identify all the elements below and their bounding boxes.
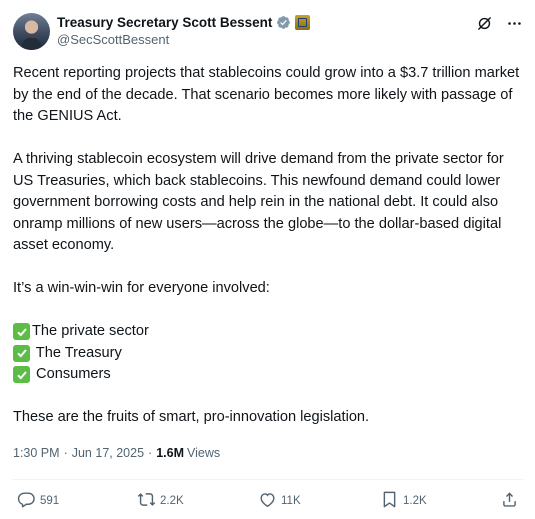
like-count: 11K: [281, 495, 301, 507]
checklist-item: The Treasury: [13, 343, 525, 365]
tweet-header: Treasury Secretary Scott Bessent @SecSco…: [13, 13, 523, 50]
author-names: Treasury Secretary Scott Bessent @SecSco…: [57, 13, 311, 47]
meta-separator: ·: [63, 446, 68, 460]
reply-button[interactable]: 591: [17, 490, 59, 509]
tweet-paragraph: It’s a win-win-win for everyone involved…: [13, 280, 270, 296]
views-count[interactable]: 1.6M: [156, 446, 184, 460]
tweet-meta: 1:30 PM · Jun 17, 2025 · 1.6M Views: [13, 446, 220, 460]
tweet-paragraph: These are the fruits of smart, pro-innov…: [13, 409, 370, 425]
like-button[interactable]: 11K: [258, 490, 301, 509]
grok-icon[interactable]: [475, 14, 493, 32]
heart-icon: [260, 493, 275, 508]
checklist-item-label: The private sector: [32, 323, 149, 339]
author-handle[interactable]: @SecScottBessent: [57, 32, 310, 47]
divider: [13, 479, 523, 480]
action-bar: 591 2.2K 11K 1.2K: [17, 490, 519, 512]
tweet-text: Recent reporting projects that stablecoi…: [13, 63, 525, 429]
reply-count: 591: [40, 495, 60, 507]
check-mark-icon: [13, 344, 30, 362]
repost-icon: [137, 493, 156, 506]
reply-icon: [17, 492, 35, 508]
checklist: The private sector The Treasury Consumer…: [13, 321, 525, 386]
meta-separator: ·: [148, 446, 153, 460]
checklist-item-label: The Treasury: [32, 344, 122, 361]
government-seal-icon[interactable]: [295, 14, 311, 30]
header-actions: [475, 13, 523, 32]
bookmark-icon: [383, 491, 396, 508]
share-icon: [503, 492, 516, 507]
checklist-item: The private sector: [13, 321, 525, 343]
repost-button[interactable]: 2.2K: [137, 490, 184, 509]
checklist-item: Consumers: [13, 364, 525, 386]
share-button[interactable]: [500, 490, 519, 509]
name-row: Treasury Secretary Scott Bessent: [57, 13, 311, 31]
tweet-paragraph: Recent reporting projects that stablecoi…: [13, 65, 520, 124]
tweet-paragraph: A thriving stablecoin ecosystem will dri…: [13, 151, 504, 253]
bookmark-count: 1.2K: [403, 495, 427, 507]
more-icon[interactable]: [505, 14, 523, 32]
repost-count: 2.2K: [160, 495, 184, 507]
views-label: Views: [187, 446, 221, 460]
verified-badge-icon[interactable]: [276, 15, 291, 30]
author-display-name[interactable]: Treasury Secretary Scott Bessent: [57, 15, 272, 30]
post-date[interactable]: Jun 17, 2025: [72, 446, 144, 460]
bookmark-button[interactable]: 1.2K: [380, 490, 427, 509]
checklist-item-label: Consumers: [32, 366, 111, 382]
check-mark-icon: [13, 323, 30, 341]
post-time[interactable]: 1:30 PM: [13, 446, 60, 460]
author-avatar[interactable]: [13, 13, 50, 50]
check-mark-icon: [13, 366, 30, 384]
